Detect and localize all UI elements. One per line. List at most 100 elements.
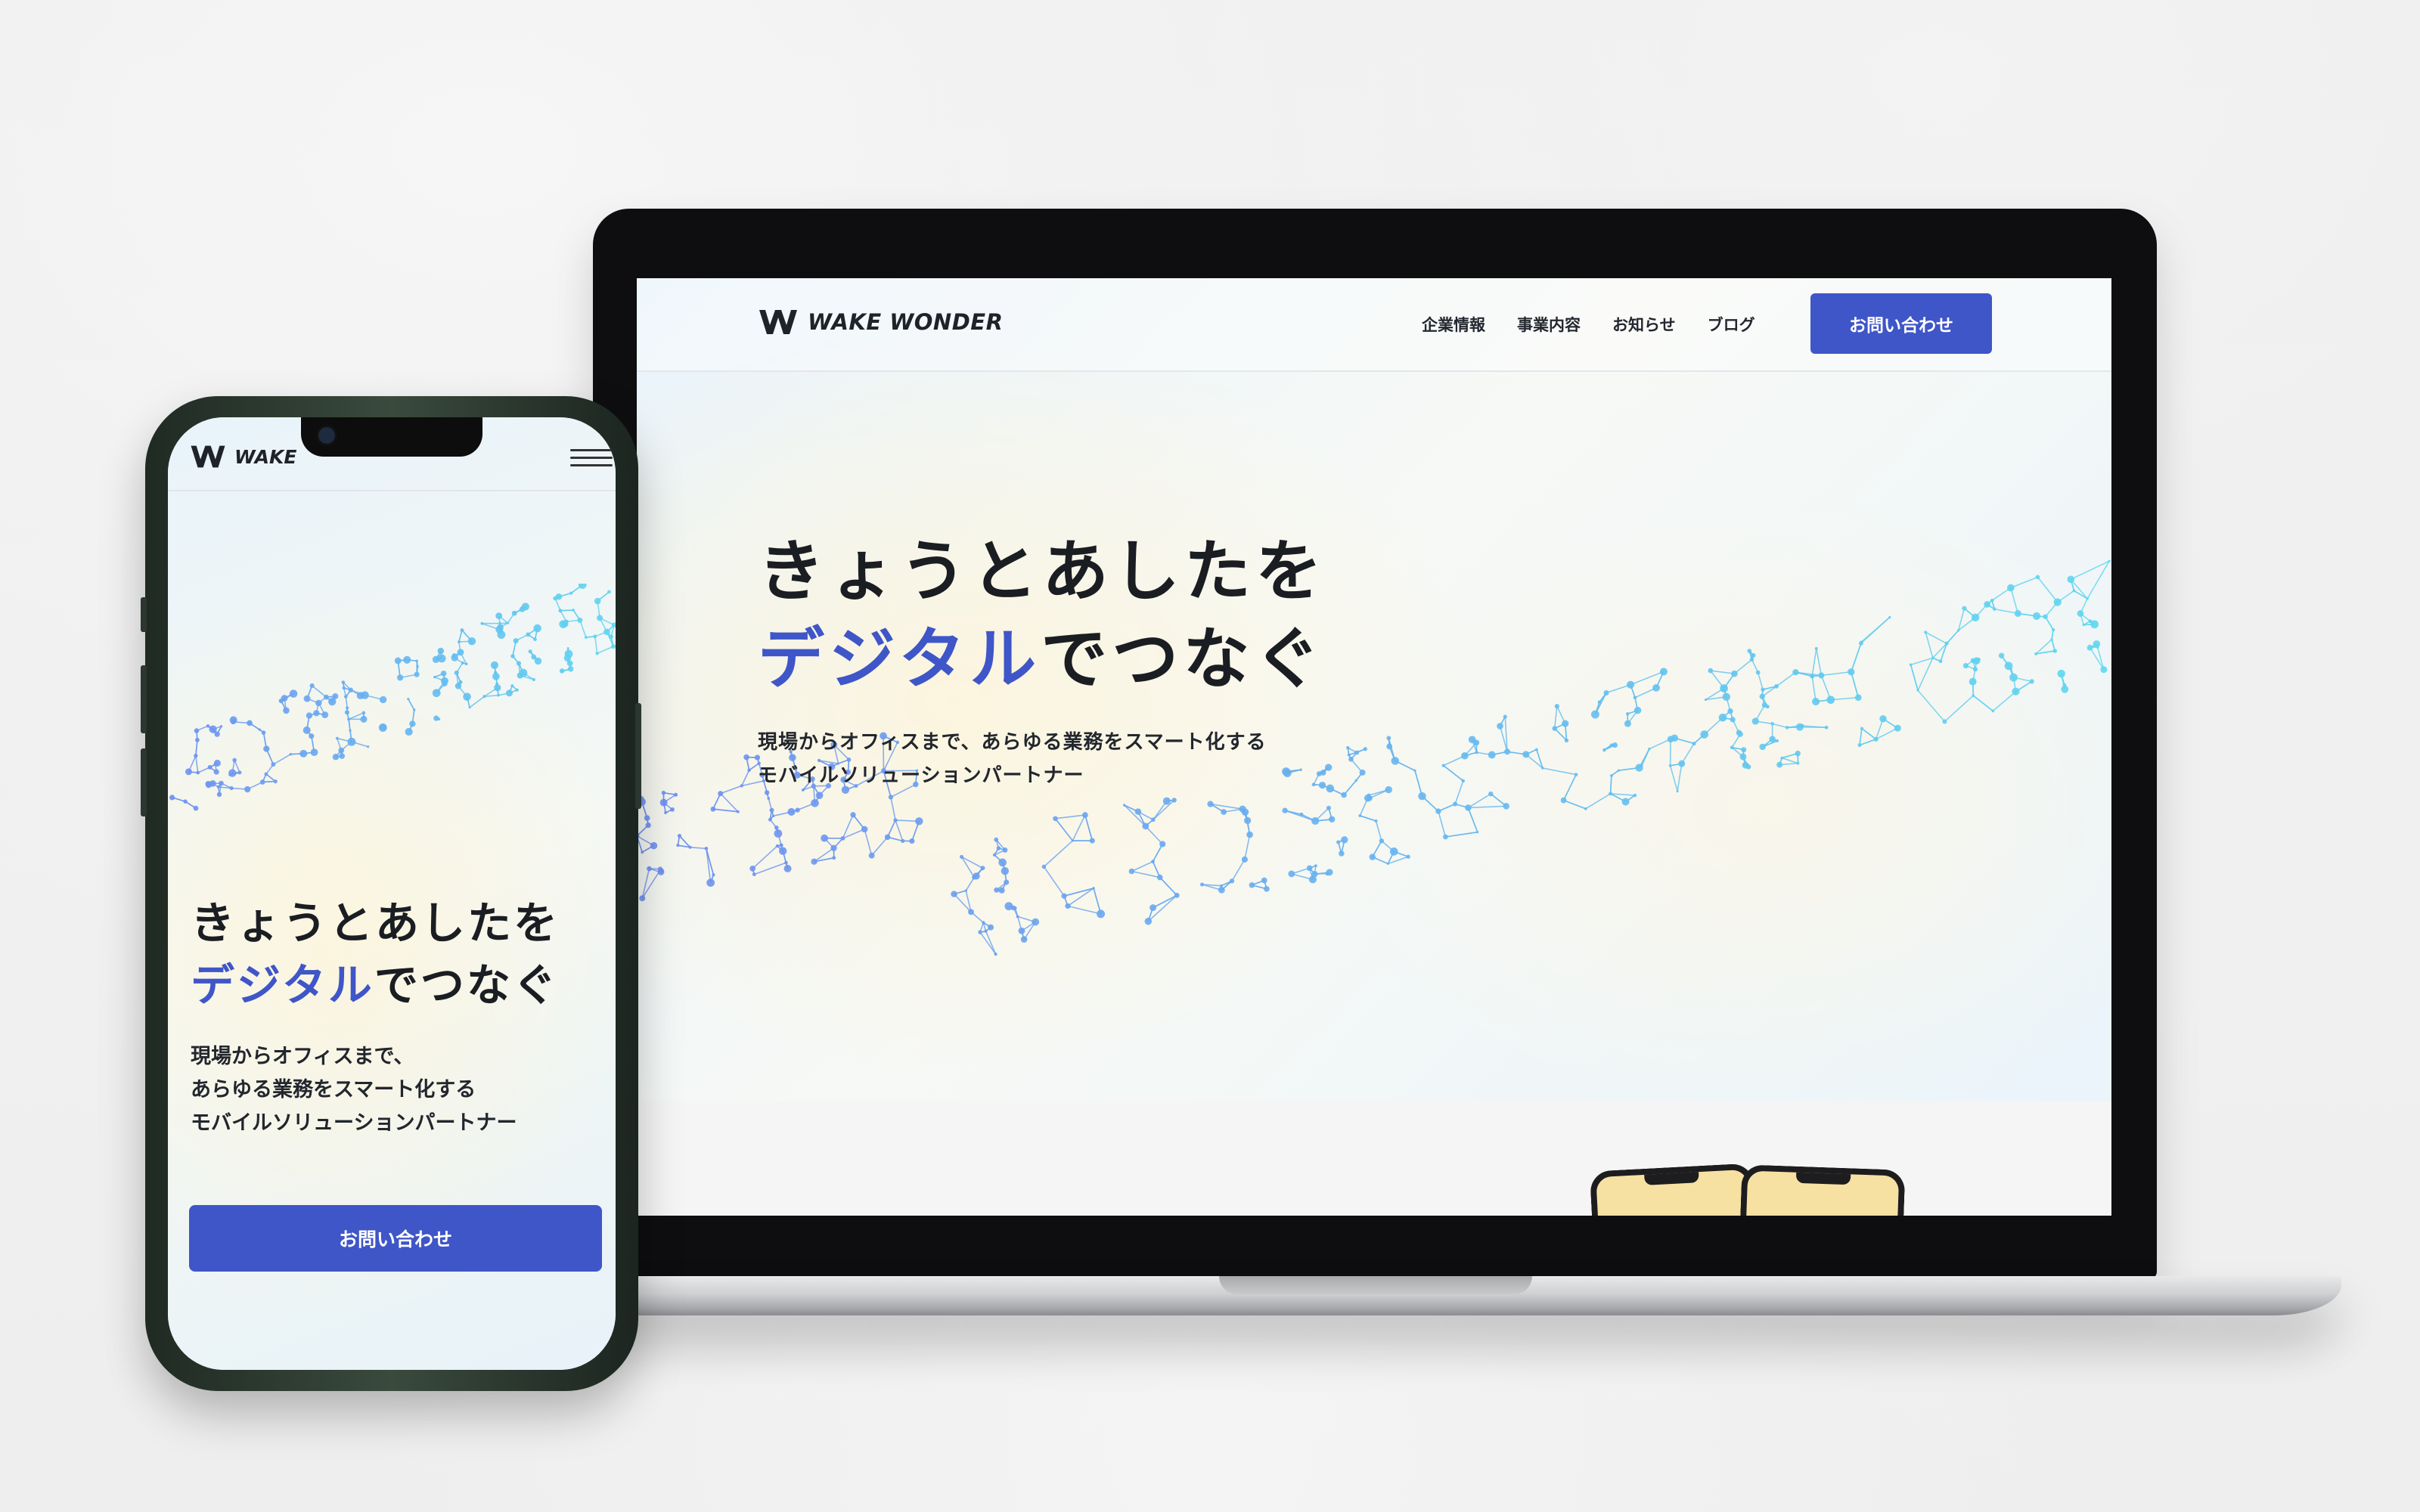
network-link [1055,814,1085,820]
network-node [1241,808,1249,816]
network-link [1859,728,1863,745]
network-node [1704,698,1708,702]
network-node [1739,753,1747,761]
mobile-network-node [413,708,416,711]
mobile-contact-button[interactable]: お問い合わせ [189,1205,602,1272]
network-node [1199,882,1205,887]
mobile-network-node [273,779,278,784]
network-node [821,834,829,842]
mobile-network-node [349,729,352,732]
network-node [884,834,891,841]
network-node [1857,743,1862,748]
mobile-network-node [482,695,486,699]
network-node [1306,865,1313,872]
network-node [1336,840,1341,844]
network-node [774,829,783,838]
network-node [832,856,836,860]
network-link [1145,826,1163,845]
network-link [741,770,750,786]
network-node [1775,739,1779,743]
network-node [811,798,819,807]
network-node [1824,725,1829,730]
network-link [1467,807,1478,832]
mobile-page: WAKE きょうとあしたを デジタルでつなぐ 現場からオフィスまで、 あらゆる業… [168,417,616,1370]
mobile-network-node [360,715,368,723]
network-node [779,847,787,855]
mobile-network-node [595,652,599,655]
network-node [1288,870,1295,878]
network-node [1174,892,1180,898]
network-node [641,850,644,854]
network-node [1659,668,1668,676]
network-node [1241,856,1249,863]
mobile-network-node [196,770,200,775]
mobile-logo[interactable]: WAKE [189,443,296,470]
network-link [1677,763,1683,792]
network-node [959,854,964,860]
network-node [1346,745,1350,750]
network-node [1534,748,1538,751]
network-link [1757,672,1764,690]
mobile-network-node [532,677,535,682]
mobile-network-node [347,717,350,721]
network-node [2086,597,2089,600]
network-node [1089,838,1095,844]
network-node [718,791,724,797]
network-node [1144,917,1153,925]
mobile-network-node [219,725,223,728]
mobile-network-node [346,706,349,710]
mobile-network-node [461,661,464,665]
main-nav: 企業情報 事業内容 お知らせ ブログ [1422,313,1755,336]
network-node [639,895,646,902]
nav-item-company[interactable]: 企業情報 [1422,313,1485,336]
network-node [2009,668,2012,671]
hamburger-menu-icon[interactable] [570,449,613,467]
network-node [1218,886,1225,894]
network-node [1348,756,1354,762]
mobile-network-graphic [169,584,616,811]
mobile-network-node [335,736,339,740]
network-node [994,953,997,956]
hero-title-line1: きょうとあしたを [758,532,1327,610]
network-node [2067,575,2075,584]
network-node [775,844,780,848]
contact-button[interactable]: お問い合わせ [1810,293,1992,354]
network-node [1826,696,1835,705]
network-link [2010,576,2038,589]
mobile-network-node [332,692,339,699]
network-link [2089,647,2105,671]
nav-item-news[interactable]: お知らせ [1612,313,1676,336]
network-node [1299,812,1304,816]
network-node [1560,797,1567,804]
network-node [2062,683,2067,687]
mobile-network-node [356,692,365,700]
mobile-network-node [407,698,410,701]
network-node [767,797,771,800]
network-node [2009,673,2018,682]
network-node [657,868,665,875]
mobile-network-node [494,684,501,692]
network-node [1759,743,1766,751]
network-node [779,843,783,847]
mobile-network-node [506,689,513,697]
nav-item-business[interactable]: 事業内容 [1517,313,1581,336]
network-link [1445,831,1478,838]
hero-subtitle-line1: 現場からオフィスまで、あらゆる業務をスマート化する [758,731,1267,754]
network-node [2052,649,2058,653]
network-node [1122,804,1126,807]
site-logo[interactable]: WAKE WONDER [758,307,1003,337]
mobile-network-link [195,739,198,756]
network-node [1810,674,1815,679]
network-node [1957,629,1960,632]
mobile-network-node [405,727,413,736]
network-node [1741,747,1747,753]
mobile-network-node [229,785,234,791]
mobile-network-node [193,805,199,811]
logo-text: WAKE WONDER [808,309,1004,335]
mobile-network-node [497,631,506,639]
mobile-network-node [344,710,350,715]
network-node [1984,601,1990,608]
network-node [1032,918,1040,926]
mobile-network-node [339,753,346,759]
nav-item-blog[interactable]: ブログ [1708,313,1755,336]
